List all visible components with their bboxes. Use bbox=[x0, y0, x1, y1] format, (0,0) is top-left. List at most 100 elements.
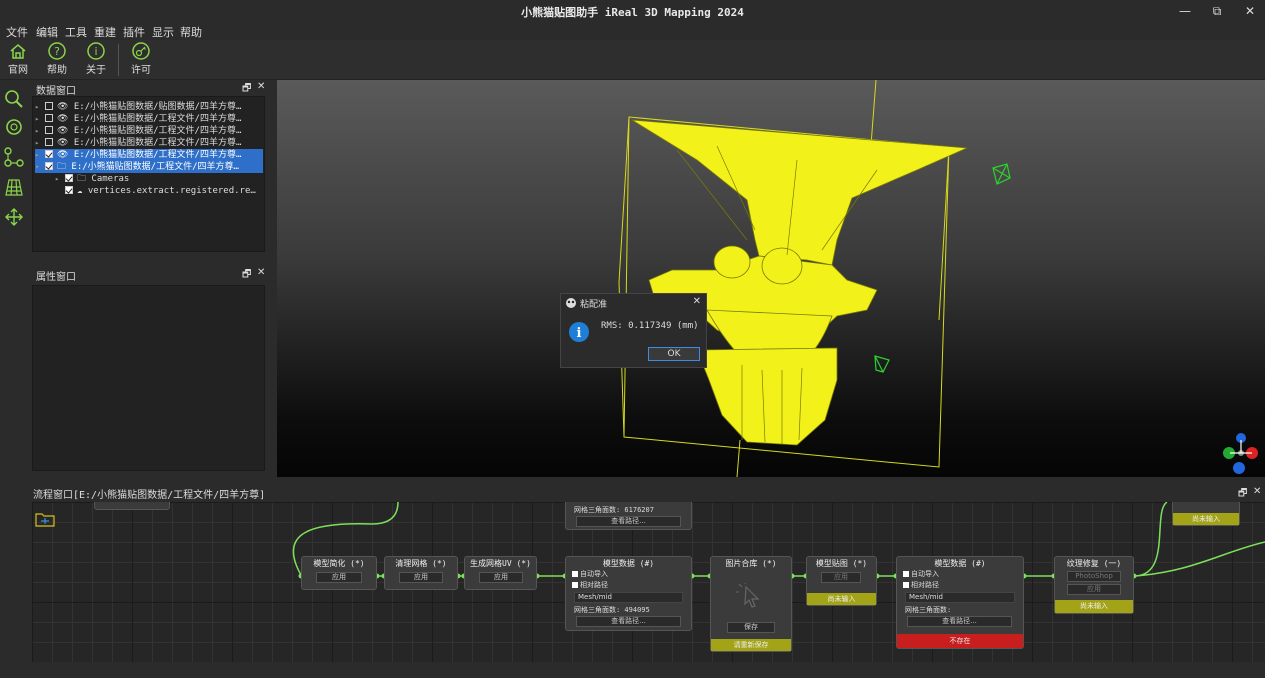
relative-path-label: 相对路径 bbox=[580, 581, 608, 589]
menu-display[interactable]: 显示 bbox=[152, 24, 174, 40]
checkbox[interactable] bbox=[45, 126, 53, 134]
relative-path-checkbox[interactable] bbox=[903, 582, 909, 588]
node-title: 模型贴图 (*) bbox=[815, 559, 868, 568]
info-icon: i bbox=[569, 322, 589, 342]
menu-rebuild[interactable]: 重建 bbox=[94, 24, 116, 40]
mesh-count-node-top[interactable]: 网格三角面数: 6176207 查看路径... bbox=[565, 502, 692, 530]
view-path-button[interactable]: 查看路径... bbox=[576, 616, 681, 627]
auto-import-label: 自动导入 bbox=[911, 570, 939, 578]
auto-import-checkbox[interactable] bbox=[903, 571, 909, 577]
help-label: 帮助 bbox=[47, 65, 67, 76]
menu-tools[interactable]: 工具 bbox=[65, 24, 87, 40]
window-title: 小熊猫贴图助手 iReal 3D Mapping 2024 bbox=[521, 6, 744, 19]
zoom-icon[interactable] bbox=[3, 88, 25, 110]
website-button[interactable]: 官网 bbox=[1, 42, 35, 80]
folder-add-icon[interactable] bbox=[35, 511, 55, 527]
apply-button[interactable]: 应用 bbox=[1067, 584, 1121, 595]
property-panel bbox=[32, 285, 265, 471]
model-texture-node[interactable]: 模型贴图 (*) 应用 尚未输入 bbox=[806, 556, 877, 606]
data-tree: ▸ 👁 E:/小熊猫贴图数据/贴图数据/四羊方尊… ▸ 👁 E:/小熊猫贴图数据/工… bbox=[32, 96, 265, 252]
float-icon[interactable]: 🗗 bbox=[1238, 486, 1247, 503]
menu-plugins[interactable]: 插件 bbox=[123, 24, 145, 40]
float-icon[interactable]: 🗗 bbox=[242, 267, 251, 284]
dialog-close-icon[interactable]: ✕ bbox=[693, 296, 701, 307]
mesh-path-input[interactable]: Mesh/mid bbox=[905, 592, 1015, 603]
checkbox[interactable] bbox=[45, 102, 53, 110]
restore-button[interactable]: ⧉ bbox=[1202, 2, 1232, 20]
menu-edit[interactable]: 编辑 bbox=[36, 24, 58, 40]
about-label: 关于 bbox=[86, 65, 106, 76]
node-title: 生成网格UV (*) bbox=[470, 559, 531, 568]
tree-row[interactable]: ▸ 👁 E:/小熊猫贴图数据/贴图数据/四羊方尊… bbox=[35, 101, 263, 113]
model-data-node-2[interactable]: 模型数据 (#) 自动导入 相对路径 Mesh/mid 网格三角面数: 查看路径… bbox=[896, 556, 1024, 649]
partial-node-right[interactable]: 尚未输入 bbox=[1172, 502, 1240, 526]
camera-marker bbox=[874, 355, 890, 373]
auto-import-checkbox[interactable] bbox=[572, 571, 578, 577]
license-button[interactable]: 许可 bbox=[124, 42, 158, 80]
view-path-button[interactable]: 查看路径... bbox=[576, 516, 681, 527]
view-path-button[interactable]: 查看路径... bbox=[907, 616, 1012, 627]
flow-window-header: 流程窗口[E:/小熊猫贴图数据/工程文件/四羊方尊] 🗗 ✕ bbox=[0, 483, 1265, 501]
mesh-path-input[interactable]: Mesh/mid bbox=[574, 592, 683, 603]
flow-window-title: 流程窗口[E:/小熊猫贴图数据/工程文件/四羊方尊] bbox=[33, 490, 266, 501]
tool-select[interactable]: PhotoShop bbox=[1067, 571, 1121, 582]
tree-row-selected[interactable]: ▸ 👁 E:/小熊猫贴图数据/工程文件/四羊方尊… bbox=[35, 149, 263, 161]
model-data-node-1[interactable]: 模型数据 (#) 自动导入 相对路径 Mesh/mid 网格三角面数: 4940… bbox=[565, 556, 692, 631]
checkbox[interactable] bbox=[45, 150, 53, 158]
checkbox[interactable] bbox=[45, 114, 53, 122]
checkbox[interactable] bbox=[65, 186, 73, 194]
image-library-node[interactable]: 图片合库 (*) 保存 请重新保存 bbox=[710, 556, 792, 652]
move-icon[interactable] bbox=[3, 206, 25, 228]
title-bar: 小熊猫贴图助手 iReal 3D Mapping 2024 — ⧉ ✕ bbox=[0, 0, 1265, 22]
close-icon[interactable]: ✕ bbox=[257, 267, 265, 278]
relative-path-checkbox[interactable] bbox=[572, 582, 578, 588]
ok-button[interactable]: OK bbox=[648, 347, 700, 361]
checkbox[interactable] bbox=[45, 162, 53, 170]
partial-node[interactable] bbox=[94, 502, 170, 510]
apply-button[interactable]: 应用 bbox=[479, 572, 523, 583]
clean-mesh-node[interactable]: 清理网格 (*) 应用 bbox=[384, 556, 458, 590]
menu-bar: 文件 编辑 工具 重建 插件 显示 帮助 bbox=[0, 22, 1265, 42]
minimize-button[interactable]: — bbox=[1170, 2, 1200, 20]
property-window-header: 属性窗口 🗗 ✕ bbox=[32, 267, 265, 284]
3d-viewport[interactable] bbox=[277, 80, 1265, 477]
apply-button[interactable]: 应用 bbox=[316, 572, 362, 583]
data-window-header: 数据窗口 🗗 ✕ bbox=[32, 81, 265, 97]
dialog-message: RMS: 0.117349 (mm) bbox=[601, 321, 699, 331]
tree-row[interactable]: ▸ 👁 E:/小熊猫贴图数据/工程文件/四羊方尊… bbox=[35, 113, 263, 125]
grid-icon[interactable] bbox=[3, 176, 25, 198]
help-button[interactable]: ? 帮助 bbox=[40, 42, 74, 80]
save-button[interactable]: 保存 bbox=[727, 622, 775, 633]
info-icon: i bbox=[87, 42, 105, 60]
close-icon[interactable]: ✕ bbox=[257, 81, 265, 92]
simplify-node[interactable]: 模型简化 (*) 应用 bbox=[301, 556, 377, 590]
left-toolbar bbox=[0, 80, 28, 480]
menu-file[interactable]: 文件 bbox=[6, 24, 28, 40]
generate-uv-node[interactable]: 生成网格UV (*) 应用 bbox=[464, 556, 537, 590]
apply-button[interactable]: 应用 bbox=[399, 572, 443, 583]
app-icon bbox=[566, 298, 576, 308]
tree-row-mesh[interactable]: ☁ vertices.extract.registered.re… bbox=[55, 185, 263, 197]
node-title: 纹理修复 (一) bbox=[1066, 559, 1122, 568]
svg-text:i: i bbox=[94, 45, 97, 58]
tree-row[interactable]: ▸ 👁 E:/小熊猫贴图数据/工程文件/四羊方尊… bbox=[35, 137, 263, 149]
checkbox[interactable] bbox=[45, 138, 53, 146]
texture-fix-node[interactable]: 纹理修复 (一) PhotoShop 应用 尚未输入 bbox=[1054, 556, 1134, 614]
checkbox[interactable] bbox=[65, 174, 73, 182]
vessel-model bbox=[618, 80, 1258, 477]
tree-row-cameras[interactable]: ▸ 🗀 Cameras bbox=[55, 173, 263, 185]
nodes-icon[interactable] bbox=[3, 146, 25, 168]
status-badge: 尚未输入 bbox=[807, 593, 876, 605]
apply-button[interactable]: 应用 bbox=[821, 572, 861, 583]
svg-text:i: i bbox=[577, 326, 582, 341]
tree-row-selected[interactable]: ▾ 🗀 E:/小熊猫贴图数据/工程文件/四羊方尊… bbox=[35, 161, 263, 173]
close-icon[interactable]: ✕ bbox=[1253, 486, 1261, 497]
svg-text:?: ? bbox=[54, 45, 60, 58]
flow-canvas[interactable]: 网格三角面数: 6176207 查看路径... 模型简化 (*) 应用 清理网格… bbox=[32, 502, 1265, 662]
about-button[interactable]: i 关于 bbox=[79, 42, 113, 80]
status-badge: 不存在 bbox=[897, 634, 1023, 648]
tree-row[interactable]: ▸ 👁 E:/小熊猫贴图数据/工程文件/四羊方尊… bbox=[35, 125, 263, 137]
close-window-button[interactable]: ✕ bbox=[1235, 2, 1265, 20]
zoom-fit-icon[interactable] bbox=[3, 116, 25, 138]
cursor-icon bbox=[736, 583, 760, 608]
